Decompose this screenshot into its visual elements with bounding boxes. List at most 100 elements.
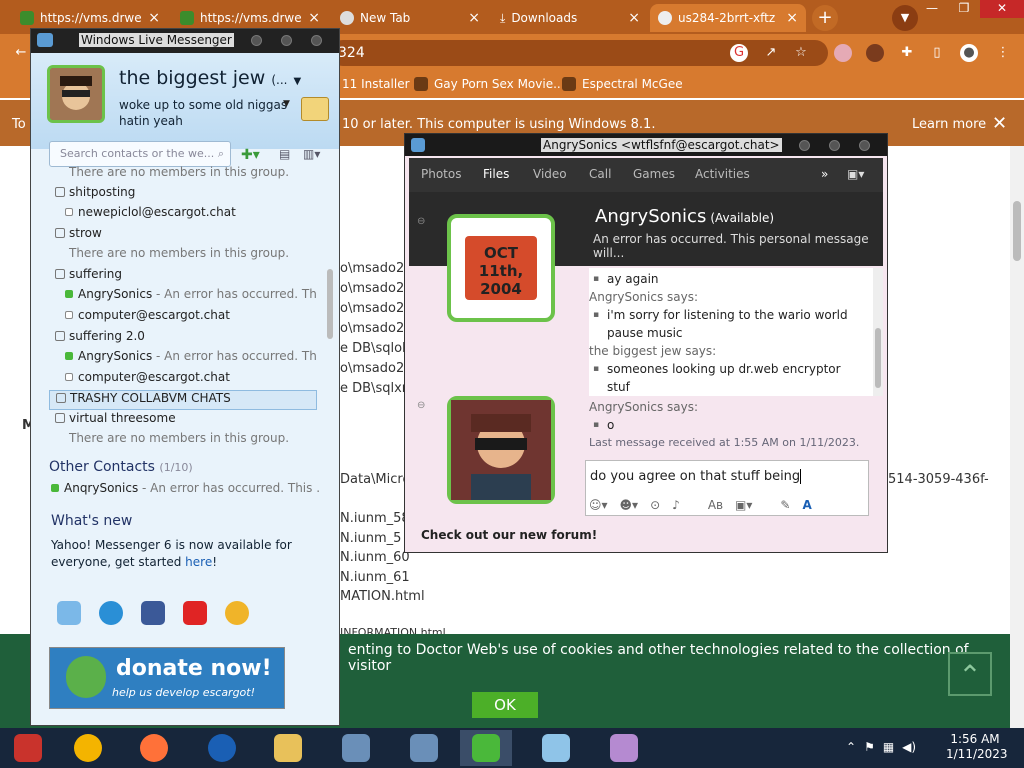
- network-icon[interactable]: ▦: [883, 740, 894, 754]
- taskbar-notepad[interactable]: [530, 730, 582, 766]
- tab-call[interactable]: Call: [589, 167, 611, 181]
- taskbar-installer-1[interactable]: [330, 730, 382, 766]
- scrollbar-thumb[interactable]: [1013, 201, 1021, 261]
- bookmark-star-icon[interactable]: ☆: [792, 44, 810, 62]
- flag-icon[interactable]: ⚑: [864, 740, 875, 754]
- avatar[interactable]: [47, 65, 105, 123]
- close-window-icon[interactable]: ✕: [980, 0, 1024, 18]
- close-icon[interactable]: ×: [468, 10, 480, 26]
- group-collapse-icon[interactable]: [55, 187, 65, 197]
- add-contact-icon[interactable]: ✚▾: [241, 147, 260, 163]
- display-name[interactable]: the biggest jew (... ▼: [119, 67, 301, 89]
- share-icon[interactable]: ↗: [762, 44, 780, 62]
- own-display-picture[interactable]: [447, 396, 555, 504]
- taskbar-firefox[interactable]: [128, 730, 180, 766]
- minimize-icon[interactable]: [251, 35, 262, 46]
- contact-row[interactable]: AngrySonics - An error has occurred. Thi…: [49, 287, 317, 307]
- sun-icon[interactable]: [225, 601, 249, 625]
- close-icon[interactable]: ×: [786, 10, 798, 26]
- extensions-puzzle-icon[interactable]: ✚: [898, 44, 916, 62]
- contact-display-picture[interactable]: OCT 11th, 2004: [447, 214, 555, 322]
- minimize-icon[interactable]: —: [916, 0, 948, 18]
- taskbar-installer-2[interactable]: [398, 730, 450, 766]
- cookie-ok-button[interactable]: OK: [472, 692, 538, 718]
- options-icon[interactable]: ▥▾: [303, 147, 320, 161]
- collapse-icon[interactable]: ⊖: [417, 400, 425, 411]
- page-scrollbar[interactable]: [1010, 146, 1024, 728]
- tab-activities[interactable]: Activities: [695, 167, 750, 181]
- chat-menu-icon[interactable]: ▣▾: [847, 167, 864, 181]
- tab-games[interactable]: Games: [633, 167, 675, 181]
- bookmark-3[interactable]: Espectral McGee: [562, 77, 683, 91]
- group-collapse-icon[interactable]: [55, 331, 65, 341]
- facebook-icon[interactable]: [141, 601, 165, 625]
- group-header-selected[interactable]: TRASHY COLLABVM CHATS: [49, 390, 317, 410]
- group-header[interactable]: strow: [49, 226, 317, 246]
- group-header[interactable]: suffering 2.0: [49, 329, 317, 349]
- contact-row[interactable]: AngrySonics - An error has occurred. Thi…: [49, 349, 317, 369]
- other-contacts-header[interactable]: Other Contacts (1/10): [49, 459, 193, 475]
- escargot-icon[interactable]: [99, 601, 123, 625]
- google-lens-icon[interactable]: G: [730, 44, 748, 62]
- taskbar-messenger[interactable]: [460, 730, 512, 766]
- maximize-icon[interactable]: [281, 35, 292, 46]
- whats-new-link[interactable]: here: [185, 555, 212, 569]
- forum-link[interactable]: Check out our new forum!: [421, 528, 597, 542]
- group-header[interactable]: suffering: [49, 267, 317, 287]
- youtube-icon[interactable]: [183, 601, 207, 625]
- bookmark-2[interactable]: Gay Porn Sex Movie...: [414, 77, 565, 91]
- conversation-scrollbar[interactable]: [873, 268, 883, 396]
- taskbar-clock[interactable]: 1:56 AM 1/11/2023: [946, 732, 1008, 762]
- voice-clip-icon[interactable]: ♪: [672, 498, 680, 512]
- browser-tab-4[interactable]: ⤓ Downloads ×: [492, 4, 648, 32]
- tab-search-button[interactable]: ▼: [892, 5, 918, 31]
- messenger-titlebar[interactable]: Windows Live Messenger: [31, 29, 339, 53]
- nudge-icon[interactable]: ⊙: [650, 498, 660, 512]
- donate-banner[interactable]: donate now! help us develop escargot!: [49, 647, 285, 709]
- browser-tab-5[interactable]: us284-2brrt-xftz ×: [650, 4, 806, 32]
- learn-more-link[interactable]: Learn more: [912, 117, 986, 132]
- new-tab-button[interactable]: +: [812, 5, 838, 31]
- search-icon[interactable]: ⌕: [218, 142, 224, 166]
- handwriting-icon[interactable]: ✎: [780, 498, 790, 512]
- volume-icon[interactable]: ◀): [902, 740, 916, 754]
- scrollbar-thumb[interactable]: [327, 269, 333, 339]
- browser-tab-3[interactable]: New Tab ×: [332, 4, 488, 32]
- more-menu-icon[interactable]: ⋮: [994, 44, 1012, 62]
- close-icon[interactable]: ×: [628, 10, 640, 26]
- contact-row[interactable]: AnqrySonics - An error has occurred. Thi…: [51, 481, 321, 501]
- search-input[interactable]: Search contacts or the we... ⌕: [49, 141, 231, 167]
- tab-files[interactable]: Files: [483, 167, 509, 181]
- group-header[interactable]: virtual threesome: [49, 411, 317, 431]
- maximize-icon[interactable]: [829, 140, 840, 151]
- personal-message[interactable]: woke up to some old niggas hatin yeah: [119, 97, 289, 129]
- taskbar-obama[interactable]: [196, 730, 248, 766]
- scrollbar-thumb[interactable]: [875, 328, 881, 388]
- close-icon[interactable]: ×: [308, 10, 320, 26]
- close-icon[interactable]: ×: [148, 10, 160, 26]
- taskbar-explorer[interactable]: [262, 730, 314, 766]
- side-panel-icon[interactable]: ▯: [928, 44, 946, 62]
- group-collapse-icon[interactable]: [56, 393, 66, 403]
- background-icon[interactable]: ▣▾: [735, 498, 752, 512]
- contact-list-scrollbar[interactable]: [325, 169, 335, 485]
- view-icon[interactable]: ▤: [279, 147, 290, 161]
- address-bar[interactable]: 324: [330, 40, 828, 66]
- inbox-icon[interactable]: [301, 97, 329, 121]
- group-collapse-icon[interactable]: [55, 228, 65, 238]
- contact-row[interactable]: computer@escargot.chat: [49, 308, 317, 328]
- wink-icon[interactable]: ☻▾: [620, 498, 639, 512]
- close-icon[interactable]: [859, 140, 870, 151]
- group-collapse-icon[interactable]: [55, 269, 65, 279]
- taskbar-chrome[interactable]: [62, 730, 114, 766]
- taskbar-app[interactable]: [598, 730, 650, 766]
- restore-icon[interactable]: ❐: [948, 0, 980, 18]
- scroll-to-top-icon[interactable]: ⌃: [948, 652, 992, 696]
- tab-video[interactable]: Video: [533, 167, 567, 181]
- extension-avatar-icon[interactable]: [866, 44, 884, 62]
- chevron-down-icon[interactable]: ▼: [283, 99, 290, 109]
- butterfly-icon[interactable]: [57, 601, 81, 625]
- profile-icon[interactable]: ●: [960, 44, 978, 62]
- emoticon-icon[interactable]: ☺▾: [589, 498, 608, 512]
- chevron-up-icon[interactable]: ⌃: [846, 740, 856, 754]
